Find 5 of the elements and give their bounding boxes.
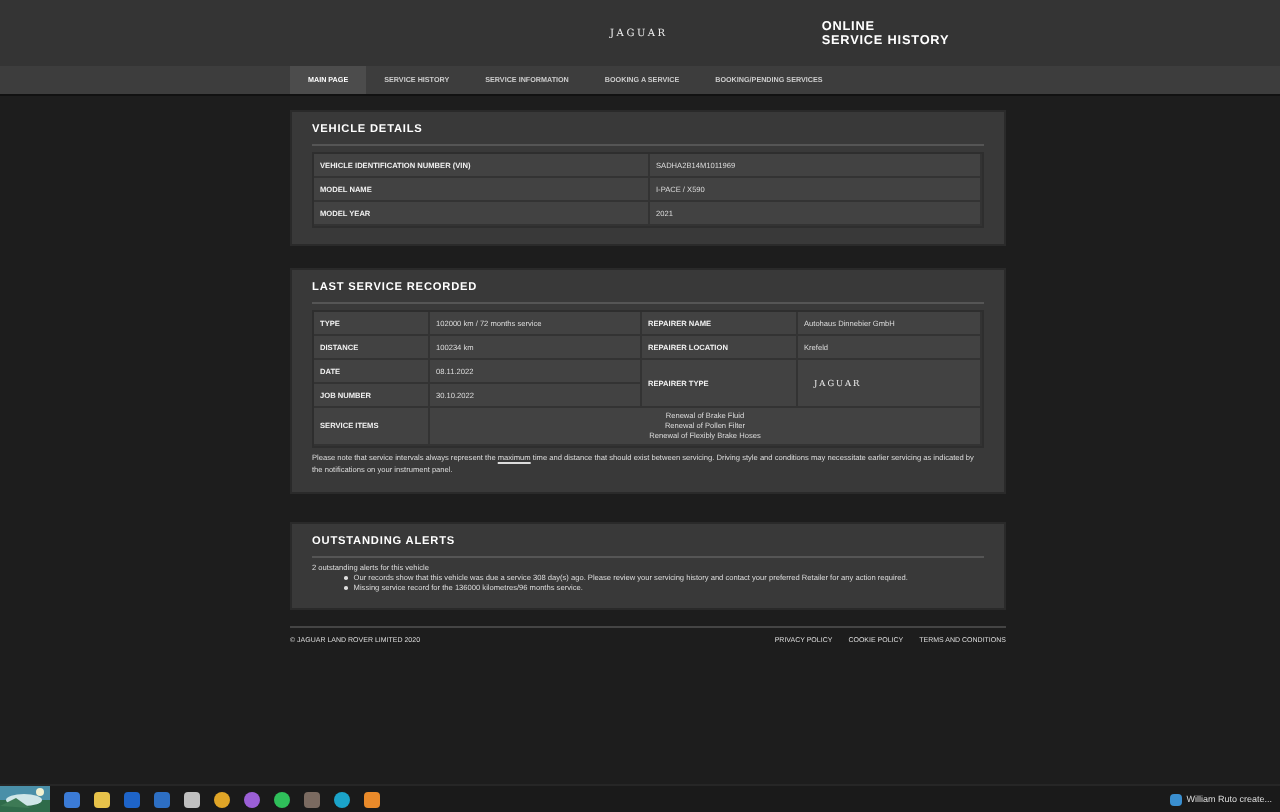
- app-icon[interactable]: [124, 791, 140, 807]
- notification-icon[interactable]: [1170, 793, 1183, 805]
- app-icon[interactable]: [244, 791, 260, 807]
- app-icon[interactable]: [364, 791, 380, 807]
- app-icon[interactable]: [304, 791, 320, 807]
